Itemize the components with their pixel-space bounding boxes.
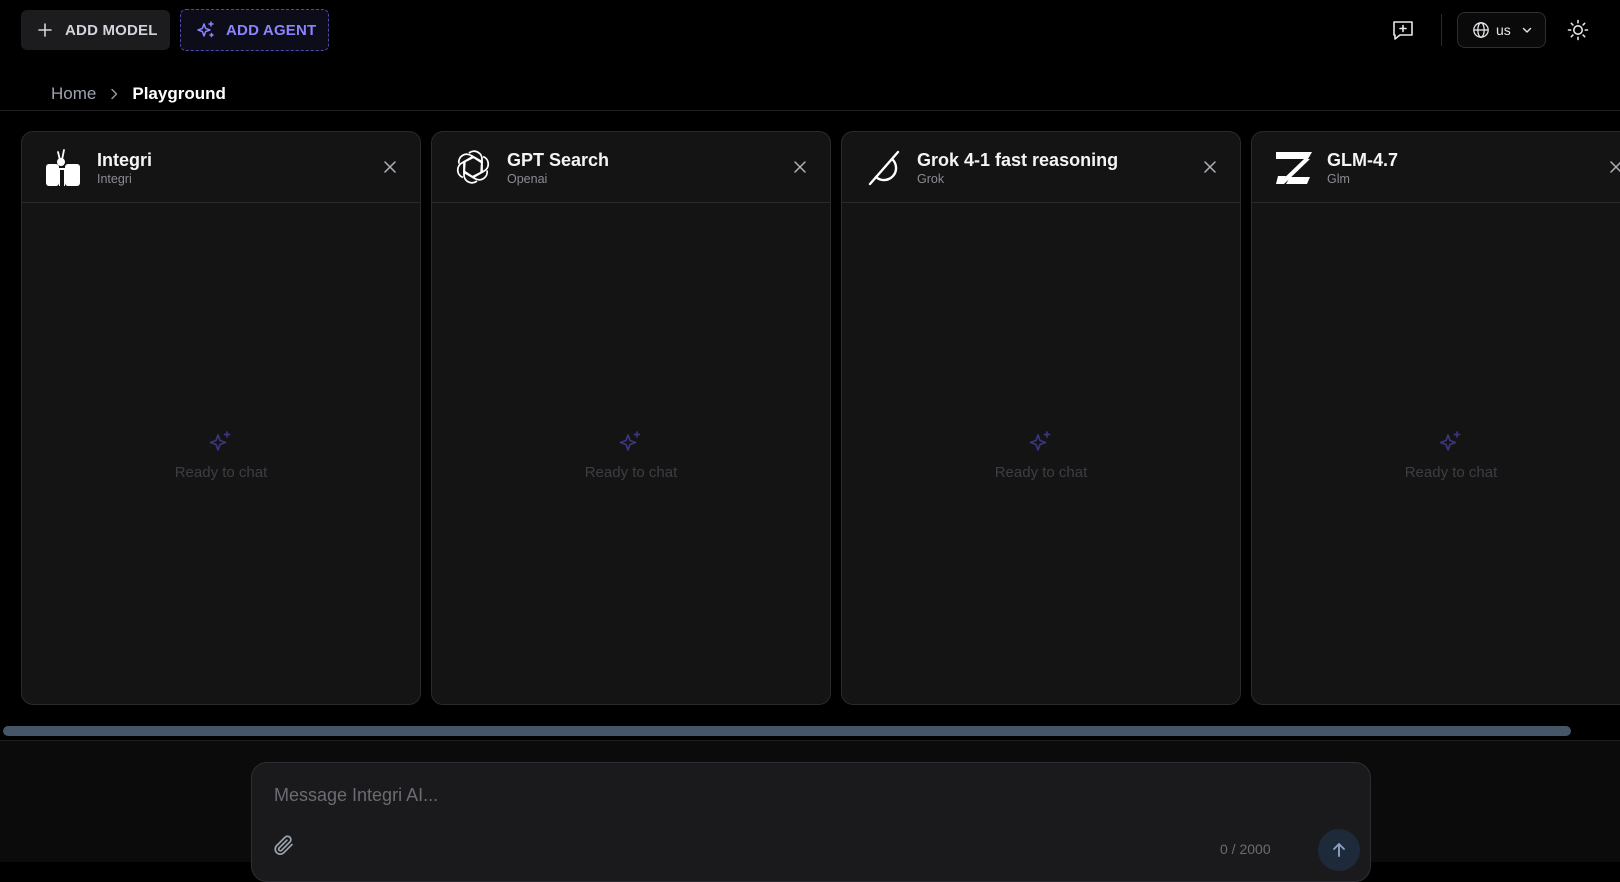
close-icon[interactable] (1607, 158, 1620, 176)
composer-area: 0 / 2000 (0, 740, 1620, 882)
paperclip-icon[interactable] (272, 833, 296, 857)
arrow-up-icon (1333, 843, 1345, 857)
panel-title: GLM-4.7 (1327, 150, 1399, 170)
breadcrumb: Home Playground (51, 82, 226, 106)
panel-header: GLM-4.7 Glm (1252, 132, 1620, 203)
add-agent-label: ADD AGENT (226, 21, 317, 39)
character-counter: 0 / 2000 (1220, 841, 1271, 857)
model-panels: Integri Integri Ready to chat GPT Search… (0, 111, 1620, 737)
language-value: us (1496, 22, 1511, 38)
horizontal-scrollbar[interactable] (0, 723, 1620, 737)
sparkles-icon (196, 20, 216, 40)
grok-logo-icon (864, 146, 902, 188)
message-composer: 0 / 2000 (251, 762, 1371, 882)
breadcrumb-home-link[interactable]: Home (51, 84, 96, 104)
panel-chat-area: Ready to chat (1252, 203, 1620, 704)
globe-icon (1472, 21, 1490, 39)
chevron-right-icon (107, 87, 121, 101)
sun-icon[interactable] (1566, 18, 1590, 42)
scrollbar-thumb[interactable] (3, 726, 1571, 736)
panel-chat-area: Ready to chat (432, 203, 830, 704)
ready-to-chat-text: Ready to chat (994, 464, 1088, 481)
model-panel-gpt-search: GPT Search Openai Ready to chat (431, 131, 831, 705)
sparkles-icon (208, 430, 234, 456)
panel-provider: Openai (507, 172, 548, 186)
breadcrumb-current: Playground (132, 84, 226, 103)
message-input[interactable] (272, 781, 1332, 809)
close-icon[interactable] (381, 158, 399, 176)
panel-chat-area: Ready to chat (22, 203, 420, 704)
language-select[interactable]: us (1457, 12, 1546, 48)
panel-chat-area: Ready to chat (842, 203, 1240, 704)
panel-title: GPT Search (507, 150, 610, 170)
panel-title: Integri (97, 150, 153, 170)
add-model-label: ADD MODEL (65, 21, 158, 39)
panel-provider: Grok (917, 172, 945, 186)
panel-title: Grok 4-1 fast reasoning (917, 150, 1119, 170)
panel-provider: Glm (1327, 172, 1350, 186)
openai-logo-icon (454, 146, 492, 188)
add-agent-button[interactable]: ADD AGENT (180, 9, 329, 51)
glm-logo-icon (1274, 146, 1312, 188)
model-panel-grok: Grok 4-1 fast reasoning Grok Ready to ch… (841, 131, 1241, 705)
sparkles-icon (1438, 430, 1464, 456)
sparkles-icon (1028, 430, 1054, 456)
top-bar: ADD MODEL ADD AGENT us (0, 0, 1620, 60)
panel-header: GPT Search Openai (432, 132, 830, 203)
panel-header: Grok 4-1 fast reasoning Grok (842, 132, 1240, 203)
chevron-down-icon (1521, 24, 1533, 36)
close-icon[interactable] (791, 158, 809, 176)
close-icon[interactable] (1201, 158, 1219, 176)
send-button[interactable] (1318, 829, 1360, 871)
new-chat-icon[interactable] (1391, 18, 1415, 42)
panel-header: Integri Integri (22, 132, 420, 203)
model-panel-integri: Integri Integri Ready to chat (21, 131, 421, 705)
sparkles-icon (618, 430, 644, 456)
ready-to-chat-text: Ready to chat (174, 464, 268, 481)
plus-icon (37, 22, 53, 38)
ready-to-chat-text: Ready to chat (1404, 464, 1498, 481)
integri-logo-icon (44, 146, 82, 188)
add-model-button[interactable]: ADD MODEL (21, 10, 170, 50)
toolbar-divider (1441, 14, 1442, 46)
panel-provider: Integri (97, 172, 132, 186)
model-panel-glm: GLM-4.7 Glm Ready to chat (1251, 131, 1620, 705)
ready-to-chat-text: Ready to chat (584, 464, 678, 481)
